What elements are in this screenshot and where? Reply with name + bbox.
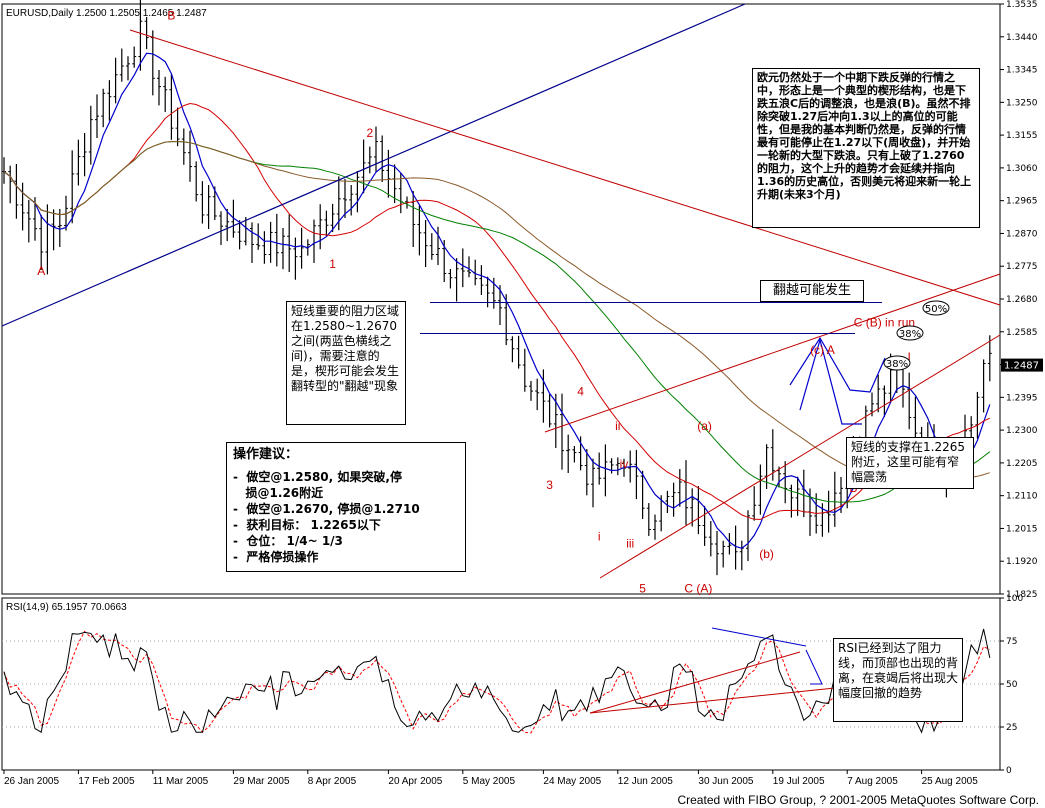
wave-label: iv bbox=[620, 457, 629, 471]
trade-advice-line: - 获利目标： 1.2265以下 bbox=[233, 518, 381, 532]
trade-advice-line: 损@1.26附近 bbox=[233, 486, 324, 500]
date-tick-label: 25 Aug 2005 bbox=[922, 776, 979, 787]
wave-label: (c) A bbox=[810, 343, 835, 357]
current-price-label: 1.2487 bbox=[1004, 361, 1039, 372]
wave-label: A bbox=[37, 264, 45, 278]
price-tick-label: 1.1920 bbox=[1006, 557, 1038, 567]
date-tick-label: 29 Mar 2005 bbox=[233, 776, 290, 787]
price-tick-label: 1.2585 bbox=[1006, 328, 1038, 338]
wave-label: B bbox=[167, 9, 175, 23]
price-tick-label: 1.2965 bbox=[1006, 197, 1038, 207]
wave-label: 2 bbox=[366, 126, 373, 140]
price-tick-label: 1.3345 bbox=[1006, 66, 1038, 76]
date-tick-label: 17 Feb 2005 bbox=[78, 776, 135, 787]
date-tick-label: 8 Apr 2005 bbox=[308, 776, 357, 787]
wave-label: (a) bbox=[697, 419, 712, 433]
price-tick-label: 1.2205 bbox=[1006, 459, 1038, 469]
date-tick-label: 20 Apr 2005 bbox=[388, 776, 442, 787]
wave-label: i bbox=[598, 530, 601, 544]
wave-label: 3 bbox=[546, 478, 553, 492]
date-tick-label: 7 Aug 2005 bbox=[847, 776, 898, 787]
price-tick-label: 1.2110 bbox=[1006, 492, 1038, 502]
price-tick-label: 1.2395 bbox=[1006, 393, 1038, 403]
date-tick-label: 24 May 2005 bbox=[543, 776, 601, 787]
price-tick-label: 1.2300 bbox=[1006, 426, 1038, 436]
main-chart-header: EURUSD,Daily 1.2500 1.2505 1.2465 1.2487 bbox=[6, 8, 207, 19]
price-tick-label: 1.3535 bbox=[1006, 0, 1038, 10]
wave-label: C (A) bbox=[684, 581, 712, 595]
resistance-note: 短线重要的阻力区域在1.2580~1.2670之间(两蓝色横线之间)，需要注意的… bbox=[286, 301, 406, 425]
analysis-note-main: 欧元仍然处于一个中期下跌反弹的行情之中，形态上是一个典型的楔形结构，也是下跌五浪… bbox=[752, 68, 980, 228]
price-tick-label: 1.3155 bbox=[1006, 131, 1038, 141]
support-note: 短线的支撑在1.2265附近，这里可能有窄幅震荡 bbox=[846, 437, 974, 489]
rsi-tick-label: 25 bbox=[1006, 723, 1017, 733]
date-tick-label: 26 Jan 2005 bbox=[4, 776, 59, 787]
price-tick-label: 1.2870 bbox=[1006, 229, 1038, 239]
price-tick-label: 1.3440 bbox=[1006, 33, 1038, 43]
trade-advice-title: 操作建议： bbox=[233, 447, 299, 462]
rsi-tick-label: 50 bbox=[1006, 680, 1018, 690]
price-tick-label: 1.2015 bbox=[1006, 524, 1038, 534]
date-tick-label: 11 Mar 2005 bbox=[153, 776, 209, 787]
trade-advice-line: - 做空@1.2580, 如果突破,停 bbox=[233, 470, 402, 484]
wave-label: (b) bbox=[759, 547, 774, 561]
rsi-chart-header: RSI(14,9) 65.1957 70.0663 bbox=[6, 602, 127, 613]
wave-label: ii bbox=[615, 419, 620, 433]
wave-label: 4 bbox=[577, 385, 584, 399]
wave-label: iii bbox=[626, 536, 634, 550]
date-tick-label: 30 Jun 2005 bbox=[698, 776, 753, 787]
rsi-tick-label: 75 bbox=[1006, 637, 1017, 647]
price-tick-label: 1.2680 bbox=[1006, 295, 1038, 305]
date-tick-label: 5 May 2005 bbox=[463, 776, 516, 787]
rsi-note: RSI已经到达了阻力线，而顶部也出现的背离，在衰竭后将出现大幅度回撤的趋势 bbox=[833, 638, 963, 722]
rsi-tick-label: 0 bbox=[1006, 766, 1012, 776]
wave-label: 5 bbox=[639, 581, 646, 595]
fib-label: 38% bbox=[899, 329, 921, 340]
date-tick-label: 12 Jun 2005 bbox=[618, 776, 673, 787]
wave-label: 1 bbox=[329, 257, 336, 271]
price-tick-label: 1.3060 bbox=[1006, 164, 1038, 174]
fib-label: 38% bbox=[886, 359, 908, 370]
credit-text: Created with FIBO Group, ? 2001-2005 Met… bbox=[677, 793, 1039, 807]
price-tick-label: 1.3250 bbox=[1006, 98, 1038, 108]
trade-advice-line: - 仓位： 1/4~ 1/3 bbox=[233, 534, 343, 548]
trade-advice-box: 操作建议： - 做空@1.2580, 如果突破,停 损@1.26附近 - 做空@… bbox=[226, 442, 466, 572]
fib-label: 50% bbox=[925, 304, 947, 315]
rsi-tick-label: 100 bbox=[1006, 594, 1023, 604]
trade-advice-line: - 做空@1.2670, 停损@1.2710 bbox=[233, 502, 420, 516]
flip-note: 翻越可能发生 bbox=[760, 280, 864, 302]
date-tick-label: 19 Jul 2005 bbox=[773, 776, 825, 787]
price-tick-label: 1.2775 bbox=[1006, 262, 1038, 272]
trade-advice-line: - 严格停损操作 bbox=[233, 550, 319, 564]
